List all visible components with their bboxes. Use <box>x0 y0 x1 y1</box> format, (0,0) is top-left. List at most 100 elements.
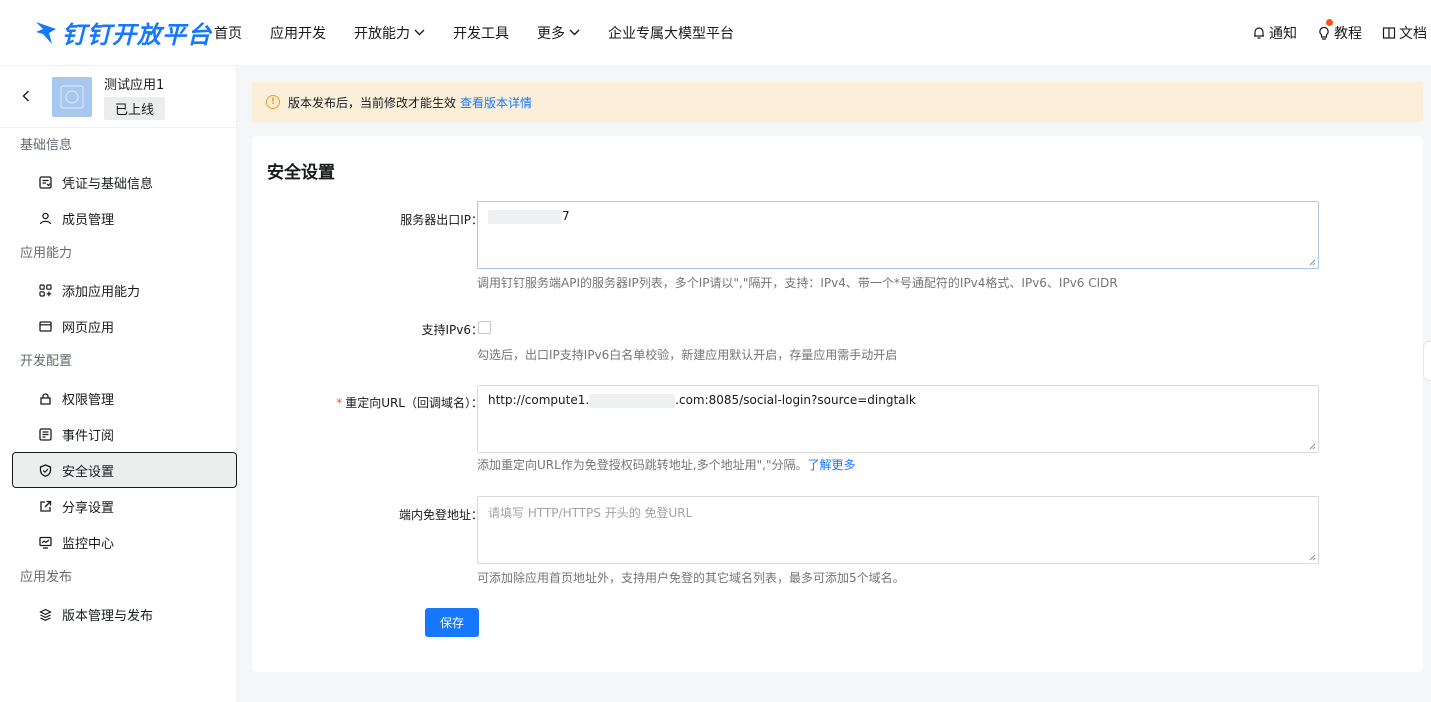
view-version-details-link[interactable]: 查看版本详情 <box>460 94 532 111</box>
lock-icon <box>38 391 52 405</box>
sso-url-placeholder: 请填写 HTTP/HTTPS 开头的 免登URL <box>488 506 693 520</box>
redirect-url-value-prefix: http://compute1. <box>488 393 590 407</box>
redirect-url-label-text: 重定向URL（回调域名）： <box>345 396 483 410</box>
page-title: 安全设置 <box>267 163 335 183</box>
info-circle-icon: ! <box>266 95 280 109</box>
server-ip-help: 调用钉钉服务端API的服务器IP列表，多个IP请以","隔开，支持：IPv4、带… <box>477 276 1118 290</box>
sidebar-group-title: 基础信息 <box>20 138 73 153</box>
nav-label: 开放能力 <box>354 25 410 42</box>
save-button[interactable]: 保存 <box>425 608 479 637</box>
resize-handle-icon[interactable] <box>1309 554 1316 561</box>
app-header: 测试应用1 已上线 <box>0 66 236 128</box>
nav-item-more[interactable]: 更多 <box>537 23 580 43</box>
dingtalk-logo-icon <box>34 20 58 46</box>
nav-label: 更多 <box>537 25 565 42</box>
notify-label: 通知 <box>1269 26 1297 42</box>
tutorial-link[interactable]: 教程 <box>1317 19 1362 43</box>
server-ip-label: 服务器出口IP： <box>400 213 483 227</box>
sidebar-item-label: 监控中心 <box>62 536 115 552</box>
credential-icon <box>38 175 52 189</box>
member-icon <box>38 211 52 225</box>
book-icon <box>1382 26 1396 40</box>
sidebar-item-add-capability[interactable]: 添加应用能力 <box>0 272 236 308</box>
side-float-tab[interactable] <box>1423 341 1431 381</box>
sidebar-item-security-settings[interactable]: 安全设置 <box>12 452 237 488</box>
resize-handle-icon[interactable] <box>1309 443 1316 450</box>
redirect-url-help-text: 添加重定向URL作为免登授权码跳转地址,多个地址用","分隔。 <box>477 458 808 472</box>
server-ip-value: 7 <box>562 209 570 223</box>
nav-item-open-capabilities[interactable]: 开放能力 <box>354 23 425 43</box>
sidebar-item-credentials[interactable]: 凭证与基础信息 <box>0 164 236 200</box>
bell-icon <box>1252 26 1266 40</box>
redirect-url-help: 添加重定向URL作为免登授权码跳转地址,多个地址用","分隔。了解更多 <box>477 456 856 473</box>
event-icon <box>38 427 52 441</box>
required-asterisk: * <box>336 396 343 410</box>
share-icon <box>38 499 52 513</box>
sso-url-textarea[interactable]: 请填写 HTTP/HTTPS 开头的 免登URL <box>477 496 1319 564</box>
security-settings-card: 安全设置 服务器出口IP： 7 调用钉钉服务端API的服务器IP列表，多个IP请… <box>252 136 1423 672</box>
server-ip-textarea[interactable]: 7 <box>477 201 1319 269</box>
ipv6-help: 勾选后，出口IP支持IPv6白名单校验，新建应用默认开启，存量应用需手动开启 <box>477 348 898 362</box>
nav-item-dev-tools[interactable]: 开发工具 <box>453 23 509 43</box>
monitor-icon <box>38 535 52 549</box>
nav-item-app-dev[interactable]: 应用开发 <box>270 23 326 43</box>
brand-logo[interactable]: 钉钉开放平台 <box>34 15 214 50</box>
sidebar-group-title: 应用发布 <box>20 570 73 585</box>
sidebar-item-label: 事件订阅 <box>62 428 115 444</box>
sidebar: 测试应用1 已上线 基础信息 凭证与基础信息 成员管理 应用能力 添加应用能力 … <box>0 66 237 702</box>
learn-more-link[interactable]: 了解更多 <box>807 458 855 472</box>
nav-label: 首页 <box>214 25 242 42</box>
redirect-url-value-suffix: .com:8085/social-login?source=dingtalk <box>675 393 916 407</box>
sidebar-item-event-subscription[interactable]: 事件订阅 <box>0 416 236 452</box>
sidebar-item-version-release[interactable]: 版本管理与发布 <box>0 596 236 632</box>
nav-item-enterprise-llm[interactable]: 企业专属大模型平台 <box>608 23 734 43</box>
sidebar-item-monitor-center[interactable]: 监控中心 <box>0 524 236 560</box>
sidebar-item-share-settings[interactable]: 分享设置 <box>0 488 236 524</box>
nav-label: 开发工具 <box>453 25 509 42</box>
nav-item-home[interactable]: 首页 <box>214 23 242 43</box>
sso-url-label: 端内免登地址： <box>398 508 483 522</box>
sidebar-item-permissions[interactable]: 权限管理 <box>0 380 236 416</box>
layers-icon <box>38 607 52 621</box>
main-content: ! 版本发布后，当前修改才能生效 查看版本详情 安全设置 服务器出口IP： 7 … <box>237 66 1431 702</box>
ipv6-label: 支持IPv6： <box>421 323 483 337</box>
brand-name: 钉钉开放平台 <box>62 21 212 49</box>
sidebar-item-label: 网页应用 <box>62 320 115 336</box>
redirect-url-label: * 重定向URL（回调域名）： <box>336 394 483 411</box>
sidebar-item-label: 权限管理 <box>62 392 115 408</box>
sidebar-item-label: 分享设置 <box>62 500 115 516</box>
app-avatar <box>52 76 92 117</box>
resize-handle-icon[interactable] <box>1309 259 1316 266</box>
redacted-mask <box>488 209 562 224</box>
sidebar-group-title: 应用能力 <box>20 246 73 261</box>
webpage-icon <box>38 319 52 333</box>
notifications-link[interactable]: 通知 <box>1252 23 1297 43</box>
bulb-icon <box>1317 26 1331 40</box>
sidebar-item-members[interactable]: 成员管理 <box>0 200 236 236</box>
nav-label: 应用开发 <box>270 25 326 42</box>
chevron-left-icon <box>22 90 29 102</box>
top-navigation: 钉钉开放平台 首页 应用开发 开放能力 开发工具 更多 企业专属大模型平台 通知… <box>0 0 1431 66</box>
app-name: 测试应用1 <box>104 77 165 93</box>
sidebar-item-label: 成员管理 <box>62 212 115 228</box>
sso-url-help: 可添加除应用首页地址外，支持用户免登的其它域名列表，最多可添加5个域名。 <box>477 571 905 585</box>
new-badge-dot <box>1326 19 1333 26</box>
sidebar-item-label: 凭证与基础信息 <box>62 176 154 192</box>
chevron-down-icon <box>569 26 580 39</box>
back-button[interactable] <box>0 87 52 106</box>
docs-link[interactable]: 文档 <box>1382 23 1427 43</box>
docs-label: 文档 <box>1399 26 1427 42</box>
nav-label: 企业专属大模型平台 <box>608 25 734 42</box>
sidebar-item-label: 版本管理与发布 <box>62 608 154 624</box>
app-placeholder-icon <box>60 84 84 109</box>
ipv6-checkbox[interactable] <box>478 321 491 334</box>
redirect-url-textarea[interactable]: http://compute1. .com:8085/social-login?s… <box>477 385 1319 453</box>
sidebar-item-label: 安全设置 <box>62 464 115 480</box>
sidebar-item-webpage-app[interactable]: 网页应用 <box>0 308 236 344</box>
version-warning-banner: ! 版本发布后，当前修改才能生效 查看版本详情 <box>252 82 1423 122</box>
chevron-down-icon <box>414 26 425 39</box>
banner-text: 版本发布后，当前修改才能生效 <box>288 95 457 110</box>
add-capability-icon <box>38 283 52 297</box>
shield-icon <box>38 463 52 477</box>
tutorial-label: 教程 <box>1334 26 1362 42</box>
